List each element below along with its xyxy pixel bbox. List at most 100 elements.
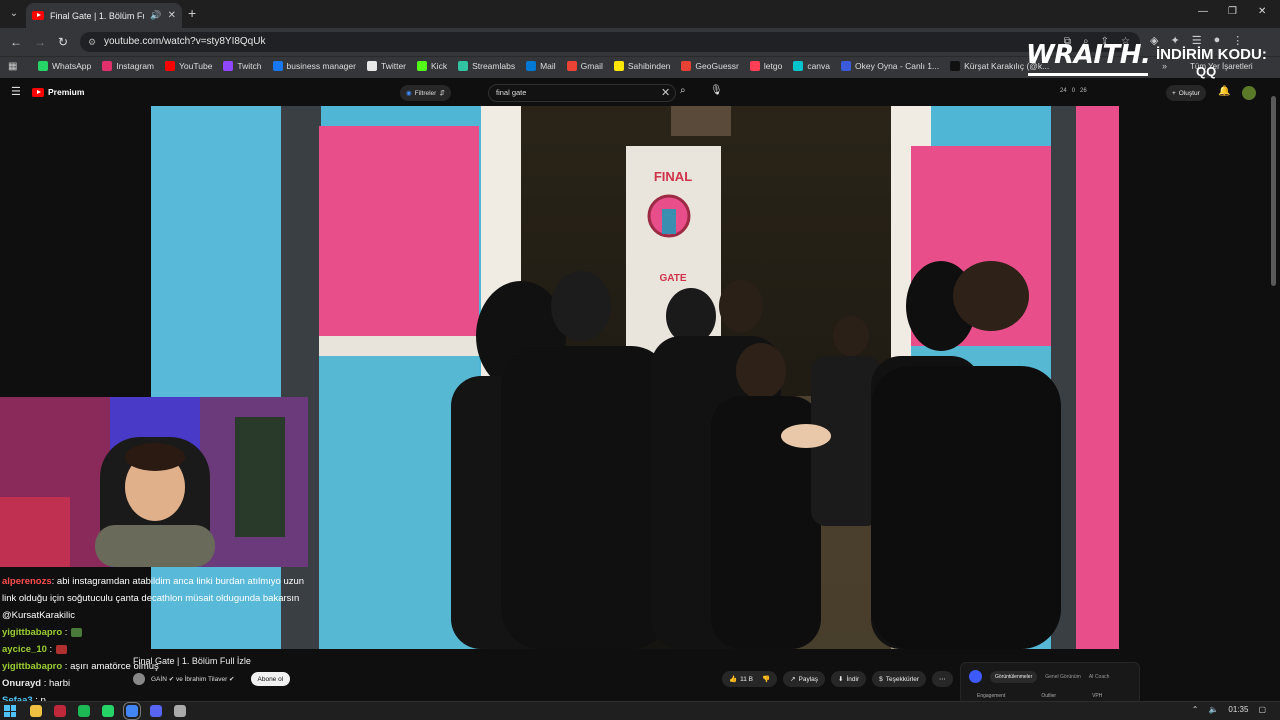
bookmark-item[interactable]: Instagram xyxy=(102,61,154,71)
discord-icon[interactable] xyxy=(150,705,162,717)
channel-row: GAİN ✔ ve İbrahim Tilaver ✔ Abone ol xyxy=(133,672,291,686)
filters-label: Filtreler xyxy=(414,89,437,97)
clock[interactable]: 01:35 xyxy=(1228,705,1248,714)
tab-ai-coach[interactable]: AI Coach xyxy=(1089,674,1110,680)
tray-chevron-icon[interactable]: ⌃ xyxy=(1192,705,1199,714)
bookmark-list: WhatsApp Instagram YouTube Twitch business m… xyxy=(38,61,1049,71)
close-tab-icon[interactable]: ✕ xyxy=(168,10,176,21)
like-count: 11 B xyxy=(740,675,753,683)
bookmark-favicon-icon xyxy=(793,61,804,71)
notifications-bell-icon[interactable]: 🔔 xyxy=(1218,86,1230,97)
chat-username[interactable]: Onurayd xyxy=(2,678,41,689)
chat-text: : harbi xyxy=(41,678,71,689)
bookmark-item[interactable]: Twitch xyxy=(223,61,262,71)
subscribe-button[interactable]: Abone ol xyxy=(250,672,291,686)
bookmark-item[interactable]: business manager xyxy=(272,61,356,71)
bookmark-item[interactable]: Okey Oyna - Canlı 1... xyxy=(841,61,939,71)
reload-button[interactable]: ↻ xyxy=(58,35,68,49)
youtube-icon xyxy=(32,11,44,20)
url-text[interactable]: youtube.com/watch?v=sty8YI8QqUk xyxy=(104,36,265,47)
bookmark-item[interactable]: Mail xyxy=(526,61,556,71)
page-scrollbar[interactable] xyxy=(1271,90,1276,690)
bookmark-favicon-icon xyxy=(749,61,760,71)
tab-views[interactable]: Görüntülenmeler xyxy=(990,670,1038,683)
speaker-icon[interactable]: 🔈 xyxy=(1208,705,1218,714)
metric-outlier: Outlier xyxy=(1041,693,1057,699)
search-input[interactable]: final gate ✕ xyxy=(488,84,676,102)
minimize-button[interactable]: — xyxy=(1198,6,1208,17)
browser-tab[interactable]: Final Gate | 1. Bölüm Full İzle 🔊 ✕ xyxy=(26,3,182,28)
bookmark-item[interactable]: Streamlabs xyxy=(458,61,515,71)
restore-button[interactable]: ❐ xyxy=(1228,6,1237,17)
create-button[interactable]: + Oluştur xyxy=(1166,85,1206,101)
bookmark-item[interactable]: Sahibinden xyxy=(613,61,670,71)
scrollbar-thumb[interactable] xyxy=(1271,96,1276,286)
youtube-logo[interactable]: Premium xyxy=(32,87,84,97)
bookmark-item[interactable]: canva xyxy=(793,61,830,71)
webcam-frame xyxy=(0,397,308,567)
gate-sign-top: FINAL xyxy=(654,169,692,184)
download-button[interactable]: ⬇ İndir xyxy=(831,671,867,687)
clear-search-icon[interactable]: ✕ xyxy=(661,86,670,99)
spotify-icon[interactable] xyxy=(78,705,90,717)
more-actions-button[interactable]: ⋯ xyxy=(932,671,953,687)
new-tab-button[interactable]: + xyxy=(188,5,196,21)
bookmark-item[interactable]: YouTube xyxy=(165,61,212,71)
whatsapp-icon[interactable] xyxy=(102,705,114,717)
like-button[interactable]: 👍 11 B 👎 xyxy=(722,671,778,687)
bookmark-item[interactable]: GeoGuessr xyxy=(681,61,739,71)
bookmark-favicon-icon xyxy=(566,61,577,71)
back-button[interactable]: ← xyxy=(10,35,22,49)
settings-icon[interactable] xyxy=(174,705,186,717)
browser-tab-bar: ⌄ Final Gate | 1. Bölüm Full İzle 🔊 ✕ + … xyxy=(0,0,1280,28)
bookmark-label: Instagram xyxy=(116,61,155,71)
forward-button[interactable]: → xyxy=(34,35,46,49)
plus-icon: + xyxy=(1172,89,1176,97)
metric-vph: VPH xyxy=(1092,693,1103,699)
share-arrow-icon: ↗ xyxy=(790,676,796,683)
site-info-icon[interactable]: ⚙ xyxy=(88,37,96,48)
chat-username[interactable]: aycice_10 xyxy=(2,644,47,655)
chat-username[interactable]: alperenozs xyxy=(2,576,52,587)
microphone-icon[interactable]: 🎙 xyxy=(710,85,723,96)
chat-username[interactable]: yigittbabapro xyxy=(2,627,62,638)
close-window-button[interactable]: ✕ xyxy=(1258,6,1266,17)
tab-search-button[interactable]: ⌄ xyxy=(6,6,22,22)
bookmark-item[interactable]: Gmail xyxy=(566,61,603,71)
bookmark-item[interactable]: Twitter xyxy=(366,61,406,71)
vidiq-panel: Görüntülenmeler Genel Görünüm AI Coach E… xyxy=(960,662,1140,704)
chrome-icon[interactable] xyxy=(123,702,141,720)
video-player[interactable]: FINAL GATE xyxy=(151,106,1119,649)
tab-overview[interactable]: Genel Görünüm xyxy=(1045,674,1081,680)
thumbs-down-icon[interactable]: 👎 xyxy=(762,675,770,683)
thanks-button[interactable]: $ Teşekkürler xyxy=(872,671,927,687)
chat-username[interactable]: yigittbabapro xyxy=(2,661,62,672)
start-button[interactable] xyxy=(4,705,16,717)
bookmark-item[interactable]: WhatsApp xyxy=(38,61,91,71)
file-explorer-icon[interactable] xyxy=(30,705,42,717)
filters-button[interactable]: ◉ Filtreler ⇵ xyxy=(400,85,451,101)
thumbs-up-icon: 👍 xyxy=(729,676,738,683)
search-icon[interactable]: ⌕ xyxy=(680,85,686,96)
bookmark-item[interactable]: letgo xyxy=(749,61,782,71)
hamburger-menu-icon[interactable]: ☰ xyxy=(11,85,21,98)
omnibox[interactable]: ⚙ youtube.com/watch?v=sty8YI8QqUk ⧉ ⌕ ⇪ … xyxy=(80,32,1140,52)
chat-text: : xyxy=(62,627,68,638)
bookmark-item[interactable]: Kick xyxy=(417,61,447,71)
share-button[interactable]: ↗ Paylaş xyxy=(783,671,826,687)
app-red-icon[interactable] xyxy=(54,705,66,717)
bookmark-favicon-icon xyxy=(417,61,428,71)
bookmark-favicon-icon xyxy=(841,61,852,71)
video-frame: FINAL GATE xyxy=(151,106,1119,649)
stream-chat: alperenozs: abi instagramdan atabildim a… xyxy=(2,573,307,709)
speaker-icon[interactable]: 🔊 xyxy=(150,10,161,21)
channel-avatar[interactable] xyxy=(133,673,145,685)
video-title: Final Gate | 1. Bölüm Full İzle xyxy=(133,656,251,666)
stat-value: 24 xyxy=(1060,88,1067,94)
apps-grid-icon[interactable]: ▦ xyxy=(8,61,17,72)
channel-name[interactable]: GAİN ✔ ve İbrahim Tilaver ✔ xyxy=(151,675,235,683)
bookmark-favicon-icon xyxy=(165,61,176,71)
notifications-icon[interactable]: ▢ xyxy=(1258,705,1266,714)
bookmark-favicon-icon xyxy=(458,61,469,71)
account-avatar[interactable] xyxy=(1242,86,1256,100)
